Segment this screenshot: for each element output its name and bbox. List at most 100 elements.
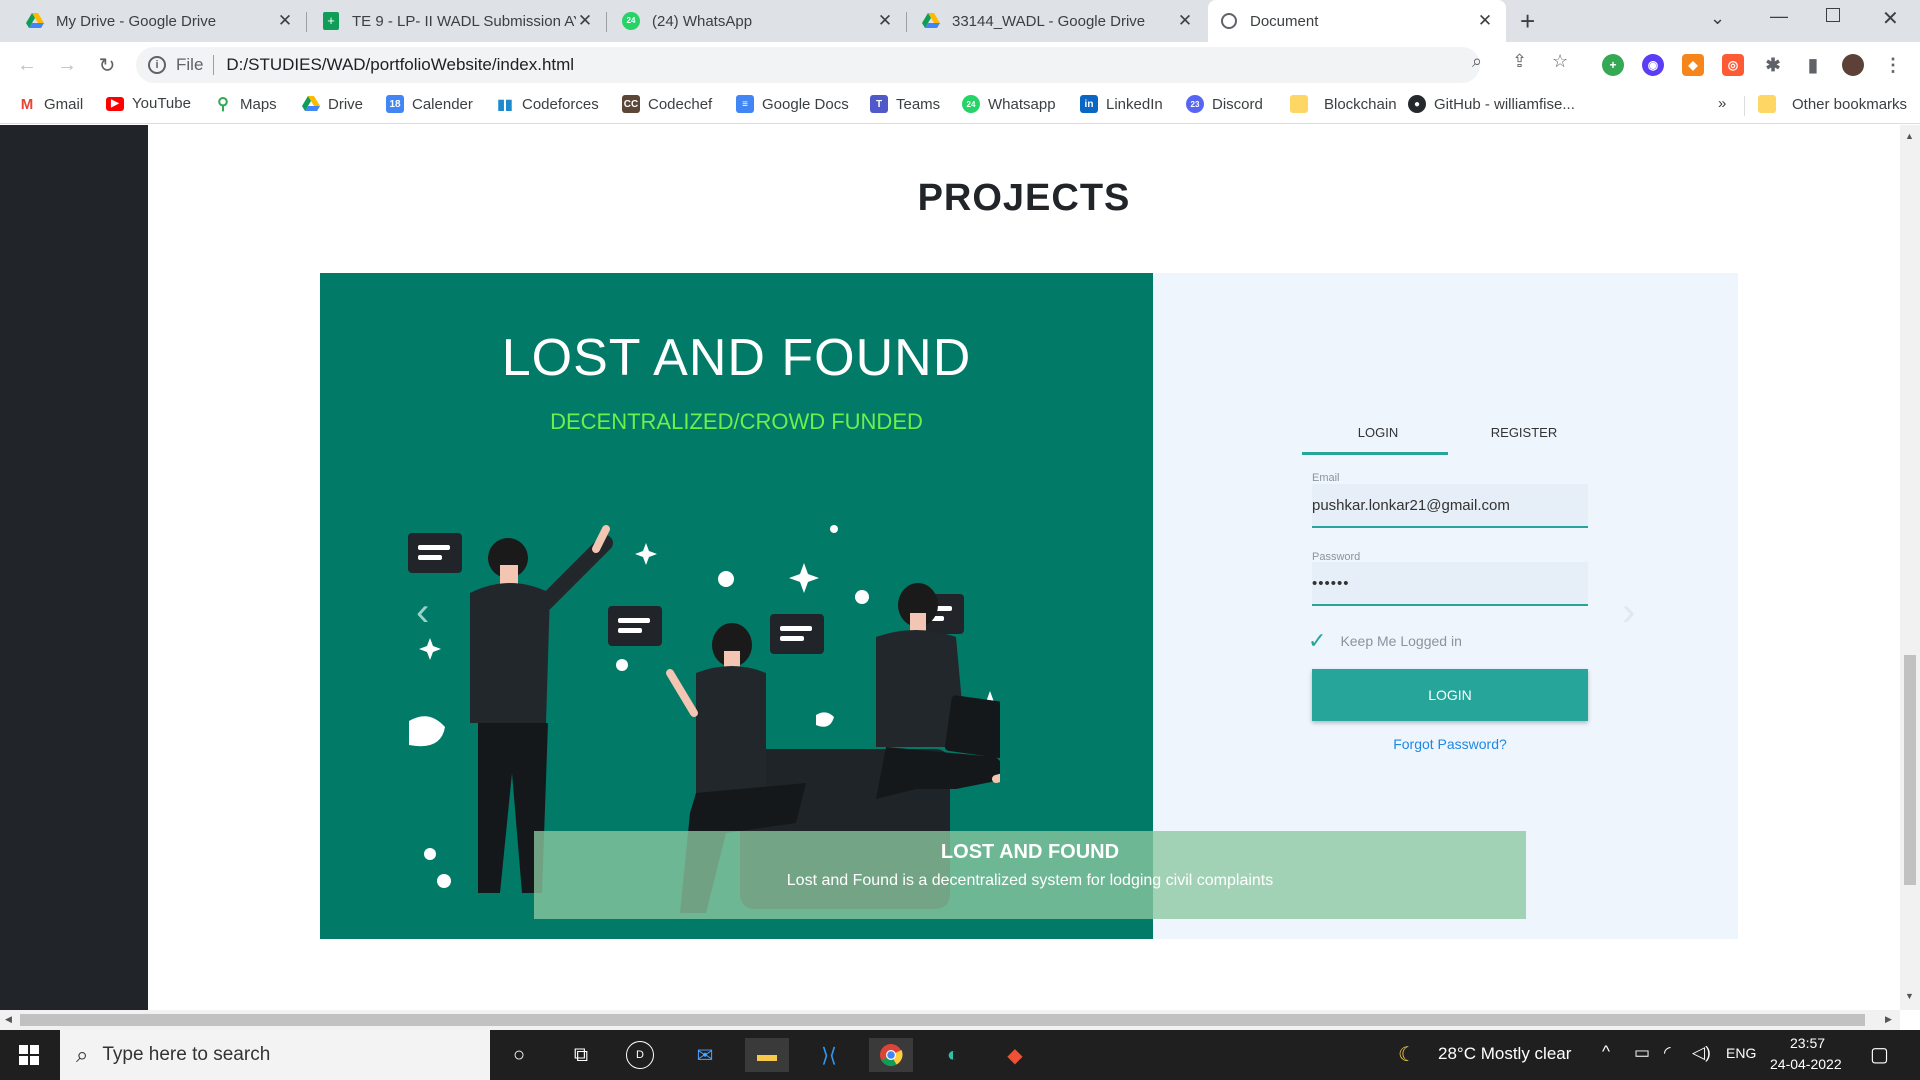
edge-icon[interactable]: ◐ — [936, 1038, 970, 1072]
scroll-left-arrow-icon[interactable]: ◀ — [5, 1014, 12, 1025]
checkmark-icon[interactable]: ✓ — [1308, 628, 1326, 654]
taskbar-search-box[interactable]: ⌕ Type here to search — [60, 1030, 490, 1080]
scroll-up-arrow-icon[interactable]: ▲ — [1905, 131, 1914, 141]
email-field[interactable] — [1312, 484, 1588, 528]
share-icon[interactable]: ⇪ — [1512, 51, 1527, 72]
bookmark-calender[interactable]: 18 Calender — [386, 95, 473, 113]
clock-time[interactable]: 23:57 — [1790, 1035, 1825, 1051]
tab-whatsapp[interactable]: 24 (24) WhatsApp ✕ — [610, 0, 906, 42]
tab-register[interactable]: REGISTER — [1451, 425, 1597, 440]
tab-search-icon[interactable]: ⌄ — [1710, 8, 1725, 29]
email-label: Email — [1312, 472, 1340, 484]
file-explorer-icon[interactable]: ▬ — [745, 1038, 789, 1072]
bookmark-star-icon[interactable]: ☆ — [1552, 51, 1568, 72]
bookmark-codeforces[interactable]: ▮▮ Codeforces — [496, 95, 598, 113]
folder-icon — [1290, 95, 1308, 113]
close-icon[interactable]: ✕ — [576, 11, 594, 31]
bookmark-github[interactable]: ● GitHub - williamfise... — [1408, 95, 1575, 113]
bookmarks-overflow[interactable]: » — [1718, 95, 1726, 112]
extension-plus-icon[interactable]: + — [1602, 54, 1624, 76]
info-icon[interactable]: i — [148, 56, 166, 74]
codechef-icon: CC — [622, 95, 640, 113]
bookmark-drive[interactable]: Drive — [302, 95, 363, 113]
tab-wadl-submission[interactable]: + TE 9 - LP- II WADL Submission AY ✕ — [310, 0, 606, 42]
battery-icon[interactable]: ▭ — [1634, 1043, 1650, 1063]
bookmark-teams[interactable]: T Teams — [870, 95, 940, 113]
wifi-icon[interactable]: ◜ — [1664, 1043, 1671, 1063]
bookmark-youtube[interactable]: ▶ YouTube — [106, 95, 191, 112]
new-tab-button[interactable]: + — [1520, 6, 1535, 37]
slide-subtitle: DECENTRALIZED/CROWD FUNDED — [550, 409, 923, 434]
bookmark-maps[interactable]: ⚲ Maps — [214, 95, 277, 114]
tray-chevron-icon[interactable]: ^ — [1602, 1042, 1610, 1062]
tab-my-drive[interactable]: My Drive - Google Drive ✕ — [14, 0, 306, 42]
horizontal-scrollbar[interactable]: ◀ ▶ — [0, 1010, 1900, 1030]
vertical-scrollbar[interactable]: ▲ ▼ — [1900, 125, 1920, 1010]
horizontal-scroll-thumb[interactable] — [20, 1014, 1865, 1026]
windows-start-icon[interactable] — [12, 1038, 46, 1072]
bookmark-whatsapp[interactable]: 24 Whatsapp — [962, 95, 1056, 113]
bookmark-discord[interactable]: 23 Discord — [1186, 95, 1263, 113]
extension-circle-icon[interactable]: ◉ — [1642, 54, 1664, 76]
bookmark-codechef[interactable]: CC Codechef — [622, 95, 712, 113]
bookmark-gmail[interactable]: M Gmail — [18, 95, 83, 113]
close-icon[interactable]: ✕ — [1476, 11, 1494, 31]
address-bar[interactable]: i File D:/STUDIES/WAD/portfolioWebsite/i… — [136, 47, 1480, 83]
menu-kebab-icon[interactable]: ⋮ — [1882, 54, 1904, 76]
zoom-icon[interactable]: ⌕ — [1472, 51, 1482, 72]
bookmark-label: LinkedIn — [1106, 95, 1163, 113]
carousel-prev-icon[interactable]: ‹ — [416, 590, 429, 635]
scroll-right-arrow-icon[interactable]: ▶ — [1885, 1014, 1892, 1025]
extensions-puzzle-icon[interactable]: ✱ — [1762, 54, 1784, 76]
cortana-icon[interactable]: ○ — [502, 1038, 536, 1072]
language-indicator[interactable]: ENG — [1726, 1045, 1756, 1061]
youtube-icon: ▶ — [106, 96, 124, 111]
forgot-password-link[interactable]: Forgot Password? — [1312, 736, 1588, 752]
tab-wadl-drive[interactable]: 33144_WADL - Google Drive ✕ — [910, 0, 1206, 42]
clock-date[interactable]: 24-04-2022 — [1770, 1056, 1842, 1072]
tab-document-active[interactable]: Document ✕ — [1208, 0, 1506, 42]
dell-icon[interactable]: D — [626, 1041, 654, 1069]
notifications-icon[interactable]: ▢ — [1870, 1042, 1889, 1067]
side-panel-icon[interactable]: ▮ — [1802, 54, 1824, 76]
password-field[interactable] — [1312, 562, 1588, 606]
vscode-icon[interactable]: ⟩⟨ — [812, 1038, 846, 1072]
close-icon[interactable]: ✕ — [276, 11, 294, 31]
task-view-icon[interactable]: ⧉ — [564, 1038, 598, 1072]
vertical-scroll-thumb[interactable] — [1904, 655, 1916, 885]
extension-target-icon[interactable]: ◎ — [1722, 54, 1744, 76]
chrome-icon[interactable] — [869, 1038, 913, 1072]
weather-text[interactable]: 28°C Mostly clear — [1438, 1044, 1571, 1064]
bookmark-label: GitHub - williamfise... — [1434, 95, 1575, 113]
keep-logged-in-checkbox[interactable]: ✓ Keep Me Logged in — [1308, 628, 1462, 654]
back-arrow-icon[interactable]: ← — [12, 50, 42, 80]
bookmark-google-docs[interactable]: ≡ Google Docs — [736, 95, 849, 113]
bookmark-label: Blockchain — [1324, 95, 1397, 113]
url-text[interactable]: D:/STUDIES/WAD/portfolioWebsite/index.ht… — [226, 55, 574, 75]
login-button[interactable]: LOGIN — [1312, 669, 1588, 721]
other-bookmarks[interactable]: Other bookmarks — [1758, 95, 1907, 113]
mail-icon[interactable]: ✉ — [688, 1038, 722, 1072]
restore-icon[interactable] — [1826, 8, 1840, 22]
metamask-icon[interactable]: ◆ — [1682, 54, 1704, 76]
carousel-next-icon[interactable]: › — [1622, 590, 1635, 635]
close-icon[interactable]: ✕ — [1176, 11, 1194, 31]
bookmark-linkedin[interactable]: in LinkedIn — [1080, 95, 1163, 113]
slide-title: LOST AND FOUND — [501, 329, 972, 387]
close-icon[interactable]: ✕ — [876, 11, 894, 31]
whatsapp-icon: 24 — [962, 95, 980, 113]
bookmark-blockchain[interactable]: Blockchain — [1290, 95, 1397, 113]
minimize-icon[interactable]: — — [1770, 6, 1788, 27]
window-close-icon[interactable]: ✕ — [1882, 6, 1899, 31]
volume-icon[interactable]: ◁) — [1692, 1043, 1711, 1063]
google-docs-icon: ≡ — [736, 95, 754, 113]
discord-icon: 23 — [1186, 95, 1204, 113]
tab-login[interactable]: LOGIN — [1305, 425, 1451, 440]
profile-avatar[interactable] — [1842, 54, 1864, 76]
git-icon[interactable]: ◆ — [998, 1038, 1032, 1072]
scroll-down-arrow-icon[interactable]: ▼ — [1905, 991, 1914, 1001]
page-sidebar — [0, 125, 148, 1010]
forward-arrow-icon[interactable]: → — [52, 50, 82, 80]
reload-icon[interactable]: ↻ — [92, 50, 122, 80]
bookmark-divider — [1744, 96, 1745, 116]
